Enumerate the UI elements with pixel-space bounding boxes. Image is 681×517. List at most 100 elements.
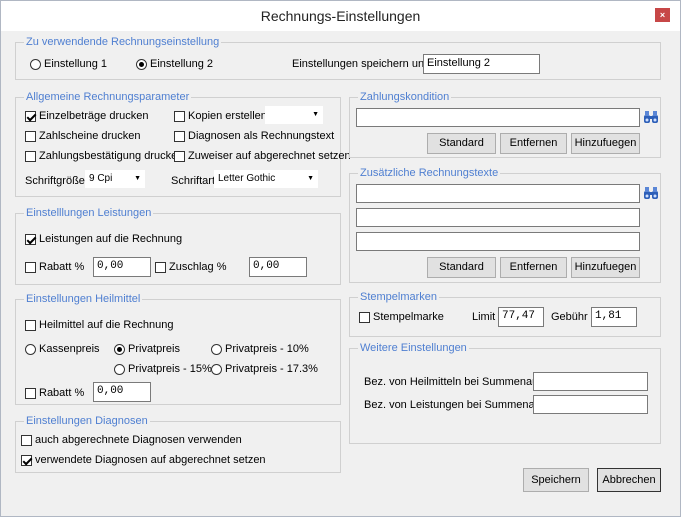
privatpreis-15-label: Privatpreis - 15% <box>128 363 212 375</box>
save-under-input[interactable]: Einstellung 2 <box>423 54 540 74</box>
group-legend: Zahlungskondition <box>358 91 452 103</box>
dialog-window: Rechnungs-Einstellungen × Zu verwendende… <box>0 0 681 517</box>
checkbox-abgerechnete-diagnosen[interactable] <box>21 435 32 446</box>
privatpreis-label: Privatpreis <box>128 343 180 355</box>
radio-einstellung-1-label: Einstellung 1 <box>44 58 107 70</box>
bez-leistungen-label: Bez. von Leistungen bei Summenaufst <box>364 399 553 411</box>
limit-label: Limit <box>472 311 496 323</box>
chevron-down-icon: ▼ <box>134 175 141 182</box>
group-diagnosen: Einstellungen Diagnosen auch abgerechnet… <box>15 415 341 473</box>
zahlungskondition-entfernen-button[interactable]: Entfernen <box>500 133 567 154</box>
zahlungskondition-standard-button[interactable]: Standard <box>427 133 496 154</box>
checkbox-einzelbetraege[interactable] <box>25 111 36 122</box>
zuschlag-label: Zuschlag % <box>169 261 227 273</box>
checkbox-heilmittel-auf-rechnung[interactable] <box>25 320 36 331</box>
save-under-label: Einstellungen speichern unter <box>292 58 437 70</box>
gebuehr-label: Gebühr <box>551 311 588 323</box>
zuschlag-input[interactable]: 0,00 <box>249 257 307 277</box>
group-legend: Einstellungen Heilmittel <box>24 293 143 305</box>
bez-leistungen-input[interactable] <box>533 395 648 414</box>
rechnungstext-line-2[interactable] <box>356 208 640 227</box>
einzelbetraege-label: Einzelbeträge drucken <box>39 110 149 122</box>
rechnungstext-line-1[interactable] <box>356 184 640 203</box>
stempelmarke-label: Stempelmarke <box>373 311 444 323</box>
checkbox-kopien[interactable] <box>174 111 185 122</box>
window-title: Rechnungs-Einstellungen <box>260 8 421 24</box>
chevron-down-icon: ▼ <box>307 175 314 182</box>
radio-privatpreis-173[interactable] <box>211 364 222 375</box>
limit-input[interactable]: 77,47 <box>498 307 544 327</box>
binoculars-icon[interactable] <box>643 110 659 124</box>
close-button[interactable]: × <box>655 8 670 22</box>
abbrechen-button[interactable]: Abbrechen <box>597 468 661 492</box>
privatpreis-173-label: Privatpreis - 17.3% <box>225 363 318 375</box>
group-rechnungstexte: Zusätzliche Rechnungstexte Standard Entf… <box>349 167 661 283</box>
checkbox-zahlscheine[interactable] <box>25 131 36 142</box>
heilmittel-rabatt-input[interactable]: 0,00 <box>93 382 151 402</box>
zuweiser-label: Zuweiser auf abgerechnet setzen <box>188 150 351 162</box>
checkbox-zuweiser[interactable] <box>174 151 185 162</box>
group-legend: Stempelmarken <box>358 291 440 303</box>
radio-privatpreis-10[interactable] <box>211 344 222 355</box>
schriftart-dropdown[interactable]: Letter Gothic ▼ <box>214 170 318 188</box>
group-legend: Weitere Einstellungen <box>358 342 469 354</box>
rechnungstexte-entfernen-button[interactable]: Entfernen <box>500 257 567 278</box>
leistungen-rabatt-input[interactable]: 0,00 <box>93 257 151 277</box>
schriftgroesse-value: 9 Cpi <box>89 173 113 184</box>
bez-heilmitteln-label: Bez. von Heilmitteln bei Summenaufst. <box>364 376 553 388</box>
schriftgroesse-dropdown[interactable]: 9 Cpi ▼ <box>85 170 145 188</box>
rechnungstext-line-3[interactable] <box>356 232 640 251</box>
diagnosen-text-label: Diagnosen als Rechnungstext <box>188 130 335 142</box>
speichern-button[interactable]: Speichern <box>523 468 589 492</box>
gebuehr-input[interactable]: 1,81 <box>591 307 637 327</box>
group-rechnungseinstellung: Zu verwendende Rechnungseinstellung Eins… <box>15 36 661 80</box>
checkbox-leistungen-rabatt[interactable] <box>25 262 36 273</box>
group-legend: Zusätzliche Rechnungstexte <box>358 167 501 179</box>
radio-privatpreis[interactable] <box>114 344 125 355</box>
leistungen-rabatt-label: Rabatt % <box>39 261 85 273</box>
group-leistungen: Einstelllungen Leistungen Leistungen auf… <box>15 207 341 285</box>
checkbox-stempelmarke[interactable] <box>359 312 370 323</box>
bez-heilmitteln-input[interactable] <box>533 372 648 391</box>
binoculars-icon[interactable] <box>643 186 659 200</box>
radio-einstellung-2-label: Einstellung 2 <box>150 58 213 70</box>
group-legend: Zu verwendende Rechnungseinstellung <box>24 36 222 48</box>
checkbox-verwendete-diagnosen[interactable] <box>21 455 32 466</box>
radio-einstellung-2[interactable] <box>136 59 147 70</box>
zahlscheine-label: Zahlscheine drucken <box>39 130 141 142</box>
verwendete-diagnosen-label: verwendete Diagnosen auf abgerechnet set… <box>35 454 266 466</box>
group-stempelmarken: Stempelmarken Stempelmarke Limit 77,47 G… <box>349 291 661 337</box>
checkbox-diagnosen-text[interactable] <box>174 131 185 142</box>
group-weitere: Weitere Einstellungen Bez. von Heilmitte… <box>349 342 661 444</box>
heilmittel-rabatt-label: Rabatt % <box>39 387 85 399</box>
checkbox-zuschlag[interactable] <box>155 262 166 273</box>
schriftgroesse-label: Schriftgröße <box>25 175 85 187</box>
rechnungstexte-standard-button[interactable]: Standard <box>427 257 496 278</box>
checkbox-leistungen-auf-rechnung[interactable] <box>25 234 36 245</box>
kassenpreis-label: Kassenpreis <box>39 343 100 355</box>
group-legend: Einstellungen Diagnosen <box>24 415 150 427</box>
privatpreis-10-label: Privatpreis - 10% <box>225 343 309 355</box>
checkbox-zahlungsbestaetigung[interactable] <box>25 151 36 162</box>
title-bar: Rechnungs-Einstellungen × <box>1 1 680 31</box>
zahlungskondition-input[interactable] <box>356 108 640 127</box>
checkbox-heilmittel-rabatt[interactable] <box>25 388 36 399</box>
schriftart-value: Letter Gothic <box>218 173 276 184</box>
radio-kassenpreis[interactable] <box>25 344 36 355</box>
group-legend: Allgemeine Rechnungsparameter <box>24 91 192 103</box>
kopien-label: Kopien erstellen <box>188 110 267 122</box>
zahlungskondition-hinzufuegen-button[interactable]: Hinzufuegen <box>571 133 640 154</box>
group-zahlungskondition: Zahlungskondition Standard Entfernen Hin… <box>349 91 661 158</box>
schriftart-label: Schriftart <box>171 175 216 187</box>
heilmittel-auf-rechnung-label: Heilmittel auf die Rechnung <box>39 319 174 331</box>
radio-einstellung-1[interactable] <box>30 59 41 70</box>
group-allgemeine: Allgemeine Rechnungsparameter Einzelbetr… <box>15 91 351 197</box>
chevron-down-icon: ▼ <box>312 111 319 118</box>
group-legend: Einstelllungen Leistungen <box>24 207 154 219</box>
abgerechnete-diagnosen-label: auch abgerechnete Diagnosen verwenden <box>35 434 242 446</box>
group-heilmittel: Einstellungen Heilmittel Heilmittel auf … <box>15 293 341 405</box>
rechnungstexte-hinzufuegen-button[interactable]: Hinzufuegen <box>571 257 640 278</box>
leistungen-auf-rechnung-label: Leistungen auf die Rechnung <box>39 233 183 245</box>
kopien-dropdown[interactable]: ▼ <box>265 106 323 124</box>
radio-privatpreis-15[interactable] <box>114 364 125 375</box>
